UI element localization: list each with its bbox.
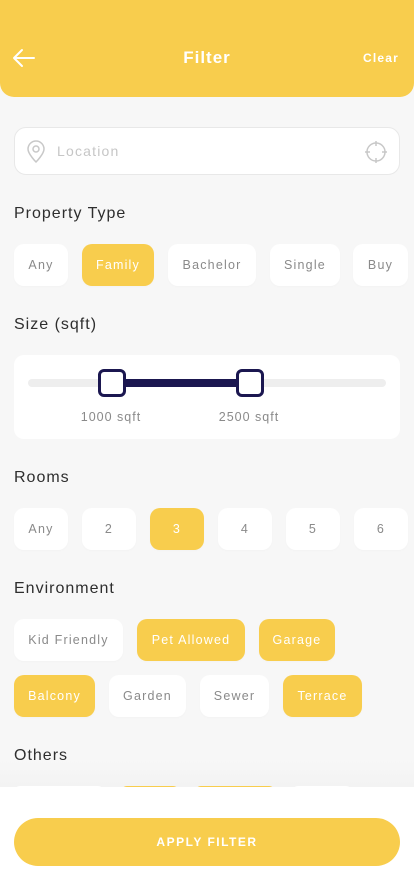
slider-min-handle[interactable]: [98, 369, 126, 397]
rooms-chip-any[interactable]: Any: [14, 508, 68, 550]
location-pin-icon: [27, 140, 45, 164]
property-chip-any[interactable]: Any: [14, 244, 68, 286]
size-slider-card: 1000 sqft 2500 sqft: [14, 355, 400, 439]
rooms-chip-4[interactable]: 4: [218, 508, 272, 550]
env-chip-pet-allowed[interactable]: Pet Allowed: [137, 619, 245, 661]
property-type-title: Property Type: [14, 205, 127, 222]
env-chip-balcony[interactable]: Balcony: [14, 675, 95, 717]
page-title: Filter: [183, 48, 231, 67]
location-input[interactable]: [57, 128, 357, 174]
location-field[interactable]: [14, 127, 400, 175]
property-chip-buy[interactable]: Buy: [353, 244, 408, 286]
rooms-title: Rooms: [14, 469, 70, 486]
rooms-chip-2[interactable]: 2: [82, 508, 136, 550]
rooms-chip-3[interactable]: 3: [150, 508, 204, 550]
size-title: Size (sqft): [14, 316, 98, 333]
property-chip-bachelor[interactable]: Bachelor: [168, 244, 256, 286]
slider-max-handle[interactable]: [236, 369, 264, 397]
clear-button[interactable]: Clear: [363, 51, 399, 65]
env-chip-garage[interactable]: Garage: [259, 619, 335, 661]
bottom-action-bar: APPLY FILTER: [0, 787, 414, 896]
env-chip-kid-friendly[interactable]: Kid Friendly: [14, 619, 123, 661]
size-max-label: 2500 sqft: [218, 410, 280, 424]
slider-range-fill: [112, 379, 250, 387]
env-chip-sewer[interactable]: Sewer: [200, 675, 269, 717]
rooms-chip-6[interactable]: 6: [354, 508, 408, 550]
size-min-label: 1000 sqft: [80, 410, 142, 424]
rooms-chip-5[interactable]: 5: [286, 508, 340, 550]
property-chip-family[interactable]: Family: [82, 244, 154, 286]
property-chip-single[interactable]: Single: [270, 244, 340, 286]
env-chip-garden[interactable]: Garden: [109, 675, 186, 717]
crosshair-icon[interactable]: [364, 140, 388, 164]
environment-title: Environment: [14, 580, 115, 597]
env-chip-terrace[interactable]: Terrace: [283, 675, 362, 717]
header-bar: Filter Clear: [0, 0, 414, 97]
apply-filter-button[interactable]: APPLY FILTER: [14, 818, 400, 866]
